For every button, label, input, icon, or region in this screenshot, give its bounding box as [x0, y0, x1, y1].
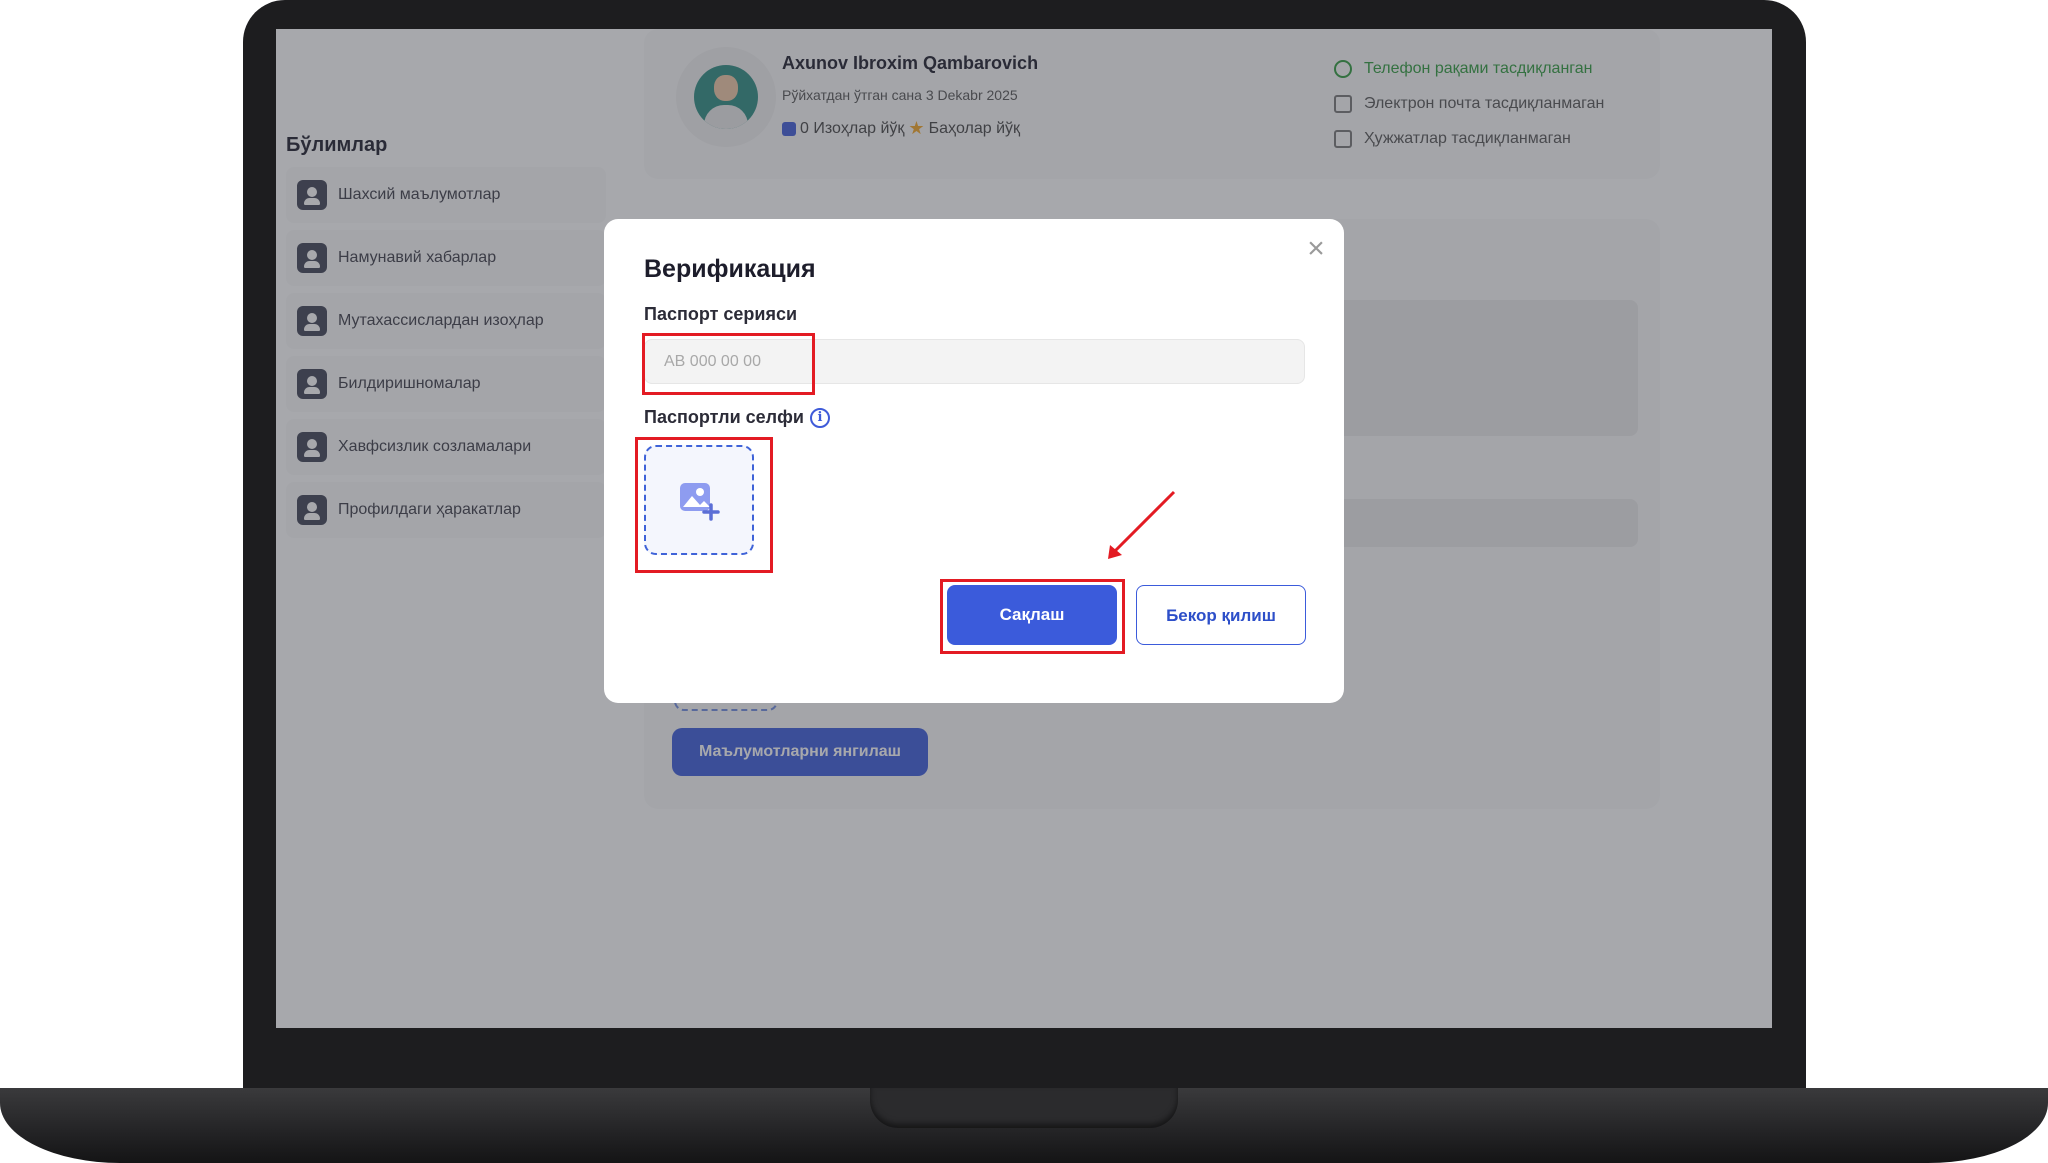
laptop-screen: Бўлимлар Шахсий маълумотлар Намунавий ха…: [276, 29, 1772, 1028]
screenshot-stage: Бўлимлар Шахсий маълумотлар Намунавий ха…: [0, 0, 2048, 1163]
red-arrow-icon: [1108, 490, 1176, 559]
laptop-notch: [870, 1088, 1178, 1128]
